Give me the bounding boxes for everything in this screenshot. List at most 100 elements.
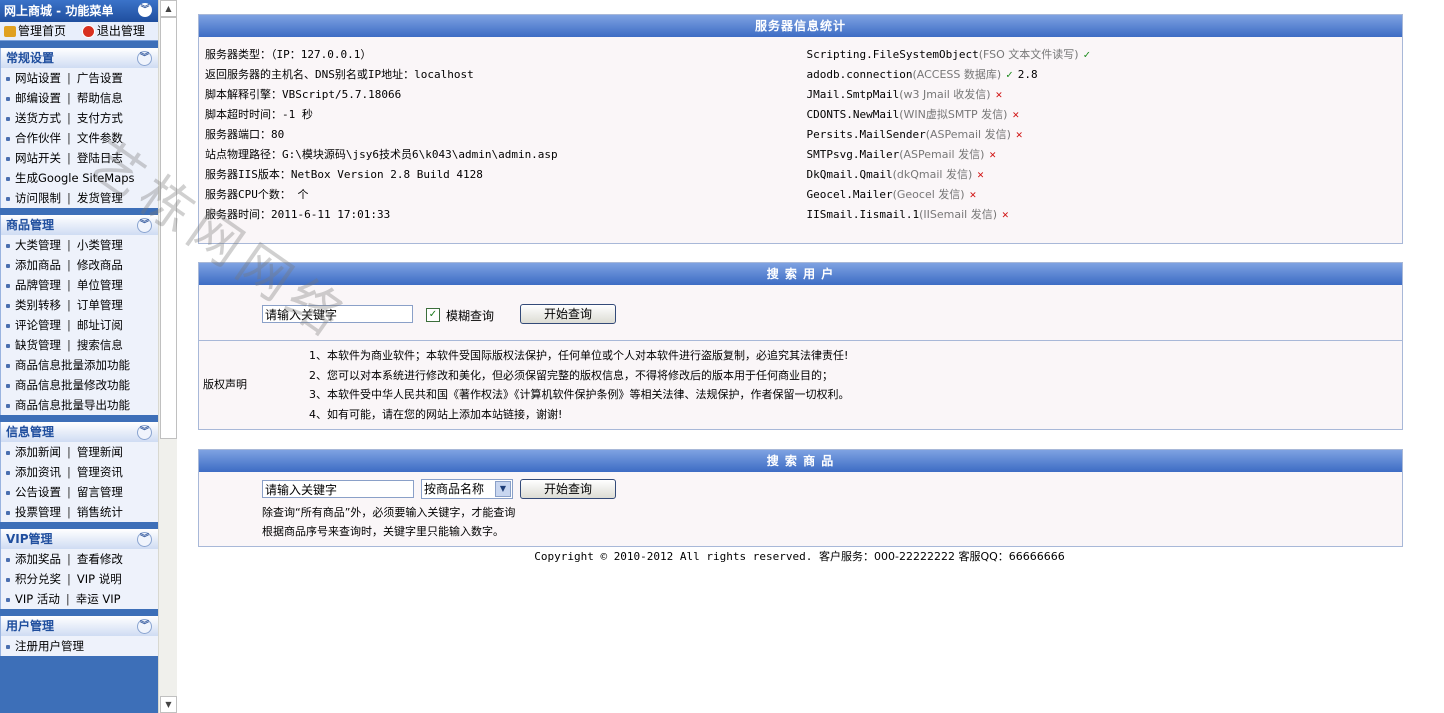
sidebar-group-title[interactable]: VIP管理 ︾ [1, 529, 158, 549]
chevron-down-icon[interactable]: ︾ [137, 532, 152, 547]
component-name: Persits.MailSender [806, 128, 926, 141]
sidebar-item[interactable]: 小类管理 [77, 238, 123, 252]
sidebar-item[interactable]: 生成Google SiteMaps [15, 171, 135, 185]
scroll-up-arrow-icon[interactable]: ▲ [160, 0, 177, 17]
sidebar-item[interactable]: VIP 说明 [77, 572, 122, 586]
sidebar-row: 添加新闻 | 管理新闻 [1, 442, 158, 462]
sidebar-row: 商品信息批量导出功能 [1, 395, 158, 415]
sidebar-groups: 常规设置 ︾ 网站设置 | 广告设置 邮编设置 | 帮助信息 送货方式 | 支付方式 合作伙伴 | 文件参… [0, 48, 158, 656]
component-desc: (ASPemail 发信) [899, 148, 985, 161]
chevron-down-icon[interactable]: ︾ [137, 51, 152, 66]
sidebar-item[interactable]: 查看修改 [77, 552, 123, 566]
bullet-icon [6, 323, 10, 328]
separator: | [67, 465, 71, 479]
sidebar-item[interactable]: 投票管理 [15, 505, 61, 519]
sidebar-item[interactable]: 留言管理 [77, 485, 123, 499]
chevron-down-icon[interactable]: ︾ [137, 218, 152, 233]
sidebar-item[interactable]: 搜索信息 [77, 338, 123, 352]
sidebar-item[interactable]: 网站开关 [15, 151, 61, 165]
sidebar-group-title[interactable]: 信息管理 ︾ [1, 422, 158, 442]
sidebar-row: 添加商品 | 修改商品 [1, 255, 158, 275]
component-row: CDONTS.NewMail(WIN虚拟SMTP 发信) ✕ [807, 105, 1403, 125]
user-search-button[interactable]: 开始查询 [520, 304, 616, 324]
vertical-scrollbar[interactable]: ▲ ▼ [158, 0, 177, 713]
sidebar-item[interactable]: 添加商品 [15, 258, 61, 272]
component-name: IISmail.Iismail.1 [806, 208, 920, 221]
server-info-row: 服务器CPU个数： 个 [205, 188, 309, 201]
sidebar-item[interactable]: 积分兑奖 [15, 572, 61, 586]
sidebar-item[interactable]: 评论管理 [15, 318, 61, 332]
component-desc: (Geocel 发信) [892, 188, 965, 201]
sidebar-row: 大类管理 | 小类管理 [1, 235, 158, 255]
sidebar-item[interactable]: 品牌管理 [15, 278, 61, 292]
server-info-row: 服务器IIS版本：NetBox Version 2.8 Build 4128 [205, 168, 483, 181]
goods-keyword-input[interactable] [262, 480, 414, 498]
sidebar-group-title[interactable]: 常规设置 ︾ [1, 48, 158, 68]
sidebar-item[interactable]: 送货方式 [15, 111, 61, 125]
sidebar-item[interactable]: 幸运 VIP [76, 592, 121, 606]
sidebar-item[interactable]: 广告设置 [77, 71, 123, 85]
sidebar-item[interactable]: 管理资讯 [77, 465, 123, 479]
sidebar-row: 公告设置 | 留言管理 [1, 482, 158, 502]
sidebar-item[interactable]: 类别转移 [15, 298, 61, 312]
sidebar-item[interactable]: 添加新闻 [15, 445, 61, 459]
sidebar-item[interactable]: 销售统计 [77, 505, 123, 519]
sidebar-group-title[interactable]: 用户管理 ︾ [1, 616, 158, 636]
sidebar-row: 网站设置 | 广告设置 [1, 68, 158, 88]
sidebar-item[interactable]: 订单管理 [77, 298, 123, 312]
server-info-grid: 服务器类型：（IP：127.0.0.1） 返回服务器的主机名、DNS别名或IP地址… [199, 37, 1402, 225]
logout-link[interactable]: 退出管理 [81, 24, 145, 38]
notice-line: 4、如有可能，请在您的网站上添加本站链接，谢谢! [309, 407, 563, 421]
goods-search-button[interactable]: 开始查询 [520, 479, 616, 499]
sidebar-item[interactable]: 商品信息批量导出功能 [15, 398, 130, 412]
separator: | [67, 572, 71, 586]
sidebar-item[interactable]: 合作伙伴 [15, 131, 61, 145]
sidebar-item[interactable]: 文件参数 [77, 131, 123, 145]
bullet-icon [6, 196, 10, 201]
server-info-row: 服务器类型：（IP：127.0.0.1） [205, 48, 372, 61]
fuzzy-query-checkbox[interactable]: ✓ [426, 308, 440, 322]
copyright-text: Copyright © 2010-2012 All rights reserve… [534, 550, 813, 563]
sidebar-item[interactable]: 修改商品 [77, 258, 123, 272]
sidebar-item[interactable]: 邮址订阅 [77, 318, 123, 332]
sidebar-row: 生成Google SiteMaps [1, 168, 158, 188]
chevron-down-icon[interactable]: ︾ [137, 425, 152, 440]
sidebar-item[interactable]: VIP 活动 [15, 592, 60, 606]
sidebar-item[interactable]: 公告设置 [15, 485, 61, 499]
component-name: CDONTS.NewMail [806, 108, 900, 121]
sidebar-row: VIP 活动 | 幸运 VIP [1, 589, 158, 609]
sidebar-item[interactable]: 商品信息批量添加功能 [15, 358, 130, 372]
sidebar-item[interactable]: 发货管理 [77, 191, 123, 205]
bullet-icon [6, 343, 10, 348]
sidebar-item[interactable]: 单位管理 [77, 278, 123, 292]
sidebar-item[interactable]: 帮助信息 [77, 91, 123, 105]
sidebar-item[interactable]: 邮编设置 [15, 91, 61, 105]
sidebar-item[interactable]: 登陆日志 [77, 151, 123, 165]
user-keyword-input[interactable] [262, 305, 413, 323]
scroll-down-arrow-icon[interactable]: ▼ [160, 696, 177, 713]
sidebar-item[interactable]: 大类管理 [15, 238, 61, 252]
scroll-thumb[interactable] [160, 17, 177, 439]
copyright-notice-label: 版权声明 [203, 378, 247, 391]
chevron-down-icon[interactable]: ▼ [495, 481, 511, 497]
sidebar-item[interactable]: 添加奖品 [15, 552, 61, 566]
sidebar-item[interactable]: 商品信息批量修改功能 [15, 378, 130, 392]
chevron-down-icon[interactable]: ︾ [138, 3, 152, 17]
sidebar-item[interactable]: 管理新闻 [77, 445, 123, 459]
sidebar-row: 送货方式 | 支付方式 [1, 108, 158, 128]
admin-home-link[interactable]: 管理首页 [4, 24, 66, 38]
sidebar-item[interactable]: 注册用户管理 [15, 639, 84, 653]
sidebar-item[interactable]: 缺货管理 [15, 338, 61, 352]
sidebar-item[interactable]: 支付方式 [77, 111, 123, 125]
cross-icon: ✕ [1015, 128, 1023, 141]
chevron-down-icon[interactable]: ︾ [137, 619, 152, 634]
check-icon: ✓ [1083, 48, 1091, 61]
sidebar-item[interactable]: 访问限制 [15, 191, 61, 205]
separator: | [67, 318, 71, 332]
goods-field-select[interactable]: 按商品名称 ▼ [421, 479, 513, 499]
goods-field-select-value: 按商品名称 [424, 482, 485, 496]
sidebar-group-title[interactable]: 商品管理 ︾ [1, 215, 158, 235]
sidebar-item[interactable]: 添加资讯 [15, 465, 61, 479]
sidebar-row: 积分兑奖 | VIP 说明 [1, 569, 158, 589]
sidebar-item[interactable]: 网站设置 [15, 71, 61, 85]
